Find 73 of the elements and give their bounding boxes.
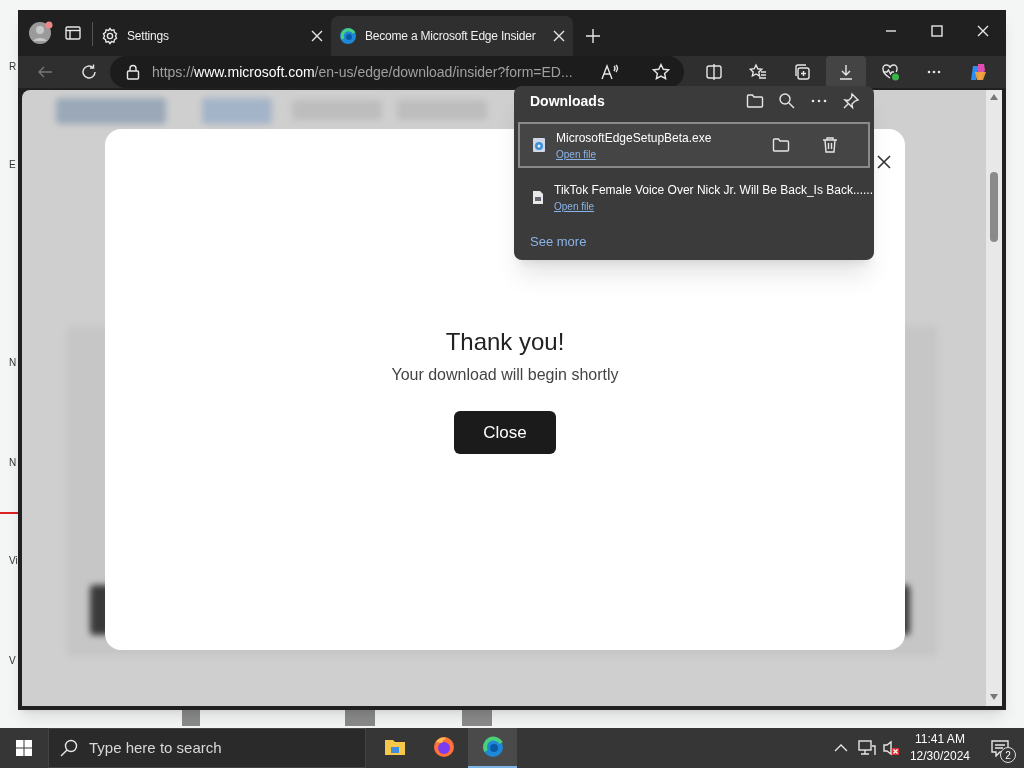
clock-date: 12/30/2024 [909,748,970,765]
see-more-link[interactable]: See more [530,232,587,252]
read-aloud-icon[interactable] [600,63,620,81]
download-icon [837,63,855,81]
desktop-icon-label: N [9,358,17,368]
search-placeholder: Type here to search [89,737,222,758]
desktop-icon-label: R [9,62,17,72]
browser-tab[interactable]: Settings [93,16,331,56]
file-name: TikTok Female Voice Over Nick Jr. Will Be Back_Is Back...... [554,181,873,199]
notification-count: 2 [1000,747,1016,763]
close-icon[interactable] [877,155,891,169]
scroll-up-icon[interactable] [990,94,998,100]
download-button[interactable] [826,56,866,88]
folder-icon[interactable] [746,92,764,110]
delete-icon[interactable] [822,136,838,154]
desktop-icon-label: E [9,160,16,170]
blurred-block [202,98,272,124]
new-tab-icon[interactable] [585,28,601,44]
desktop-icon-fragment [462,710,492,726]
download-item[interactable]: MicrosoftEdgeSetupBeta.exe Open file [518,122,870,168]
pin-icon[interactable] [842,92,860,110]
tab-actions-icon[interactable] [64,24,82,42]
tab-title: Become a Microsoft Edge Insider [365,28,537,45]
installer-file-icon [532,137,546,153]
edge-logo-icon [339,27,357,45]
heart-pulse-icon[interactable] [881,63,899,81]
edge-logo-icon [480,735,505,759]
desktop-icon-fragment [182,710,200,726]
maximize-icon[interactable] [931,25,943,37]
desktop-icon-fragment [345,710,375,726]
firefox-logo-icon [431,735,456,759]
tab-title: Settings [127,28,170,45]
desktop-icon-label: V [9,656,16,666]
browser-tab[interactable]: Become a Microsoft Edge Insider [331,16,573,56]
dialog-message: Your download will begin shortly [391,365,619,385]
refresh-icon[interactable] [80,63,98,81]
favorites-icon[interactable] [749,63,767,81]
scrollbar[interactable] [986,90,1002,706]
collections-icon[interactable] [793,63,811,81]
search-field[interactable]: Type here to search [48,728,366,768]
notification-icon [991,739,1009,757]
notifications-button[interactable]: 2 [980,728,1020,768]
search-icon [59,738,79,758]
chevron-up-icon[interactable] [833,743,848,753]
folder-icon[interactable] [772,136,790,154]
clock-time: 11:41 AM [915,731,965,748]
windows-logo-icon[interactable] [16,740,32,756]
close-button[interactable]: Close [454,411,556,454]
muted-speaker-icon[interactable] [881,740,900,756]
network-icon[interactable] [857,740,876,756]
desktop-line [0,512,18,514]
desktop-icon-label: N [9,458,17,468]
dialog-title: Thank you! [445,327,565,357]
favorite-star-icon[interactable] [652,63,670,81]
desktop-icon-label: Vi [9,556,18,566]
clock[interactable]: 11:41 AM 12/30/2024 [905,731,974,765]
open-file-link[interactable]: Open file [556,146,597,162]
open-file-link[interactable]: Open file [554,198,595,214]
download-item[interactable]: TikTok Female Voice Over Nick Jr. Will Be Back_Is Back...... Open file [518,174,870,220]
taskbar-app[interactable] [468,728,517,768]
scrollbar-thumb[interactable] [990,172,998,242]
avatar-icon [28,20,54,46]
address-bar[interactable]: https://www.microsoft.com/en-us/edge/download/insider?form=ED... [110,56,684,88]
file-icon [532,189,544,205]
gear-icon [101,27,119,45]
copilot-logo-icon[interactable] [969,63,987,81]
split-screen-icon[interactable] [705,63,723,81]
url-text: https://www.microsoft.com/en-us/edge/download/insider?form=ED... [152,62,573,82]
search-icon[interactable] [778,92,796,110]
lock-icon [126,64,140,80]
scroll-down-icon[interactable] [990,694,998,700]
file-name: MicrosoftEdgeSetupBeta.exe [556,129,712,147]
panel-title: Downloads [530,91,606,111]
